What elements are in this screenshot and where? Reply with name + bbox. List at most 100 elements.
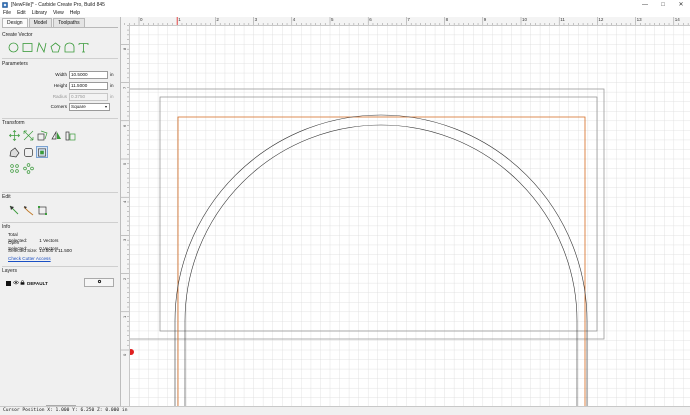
horizontal-ruler (121, 17, 690, 26)
info-title: Info (2, 224, 11, 230)
ruler-label-x: 4 (292, 17, 296, 22)
rectangle-icon[interactable] (21, 41, 33, 53)
width-row: Width 10.5000 in (0, 71, 118, 79)
close-button[interactable]: ✕ (672, 0, 690, 9)
check-cutter-access-link[interactable]: Check Cutter Access (8, 256, 51, 261)
menu-view[interactable]: View (50, 10, 67, 16)
parameters-title: Parameters (2, 61, 28, 67)
menu-edit[interactable]: Edit (14, 10, 29, 16)
lock-icon[interactable] (20, 280, 25, 287)
ruler-label-x: 3 (254, 17, 258, 22)
horizontal-ruler-ticks (124, 17, 689, 25)
ruler-label-x: 2 (216, 17, 219, 22)
transform-icons-row-1 (8, 129, 78, 141)
vertical-ruler-ticks (121, 25, 129, 351)
edit-icons (8, 204, 50, 216)
ruler-label-x: 10 (522, 17, 528, 22)
height-input[interactable]: 11.5000 (69, 82, 108, 90)
curve-icon[interactable] (63, 41, 75, 53)
array-icon[interactable] (8, 162, 20, 174)
design-canvas[interactable]: 0 1 2 3 4 5 6 7 8 9 10 11 12 13 14 8 7 6 5 4 3 2 1 0 (121, 17, 690, 406)
circular-array-icon[interactable] (22, 162, 34, 174)
selected-size-row: Selected Size: 10.500 x 11.500 (8, 248, 72, 254)
move-icon[interactable] (8, 129, 20, 141)
height-unit: in (110, 83, 114, 88)
polyline-icon[interactable] (35, 41, 47, 53)
ruler-label-x: 14 (674, 17, 680, 22)
ruler-label-x: 8 (445, 17, 449, 22)
maximize-button[interactable]: □ (654, 0, 672, 9)
tab-model[interactable]: Model (28, 18, 53, 27)
gear-icon (97, 279, 102, 286)
outer-arch-vector[interactable] (174, 114, 588, 406)
menu-file[interactable]: File (0, 10, 14, 16)
menu-library[interactable]: Library (29, 10, 50, 16)
divider (2, 222, 118, 223)
chevron-down-icon: ▾ (104, 104, 107, 109)
node-edit-icon[interactable] (8, 204, 20, 216)
outer-frame-rect[interactable] (130, 88, 605, 340)
selected-size-value: 10.500 x 11.500 (39, 248, 72, 253)
layer-settings-button[interactable] (84, 278, 114, 287)
layer-color-swatch[interactable] (6, 281, 11, 286)
tab-design[interactable]: Design (2, 18, 28, 27)
scale-icon[interactable] (22, 129, 34, 141)
width-label: Width (55, 72, 67, 77)
app-icon (2, 1, 8, 8)
rotate-icon[interactable] (36, 129, 48, 141)
ruler-label-x: 12 (598, 17, 604, 22)
design-grid[interactable] (130, 26, 690, 406)
corners-select[interactable]: Square ▾ (69, 103, 110, 111)
transform-icons-row-2 (8, 146, 50, 158)
boolean-icon[interactable] (36, 146, 48, 158)
radius-row: Radius 0.3750 in (0, 93, 118, 101)
ruler-label-x: 1 (178, 17, 181, 22)
inner-frame-rect[interactable] (159, 96, 598, 332)
window-title: [NewFile]* - Carbide Create Pro, Build 8… (11, 1, 105, 8)
polygon-icon[interactable] (49, 41, 61, 53)
radius-label: Radius (52, 94, 67, 99)
circle-icon[interactable] (7, 41, 19, 53)
ruler-label-x: 5 (331, 17, 334, 22)
radius-input[interactable]: 0.3750 (69, 93, 108, 101)
align-icon[interactable] (64, 129, 76, 141)
ruler-label-x: 13 (636, 17, 642, 22)
width-unit: in (110, 72, 114, 77)
ruler-label-y: 5 (122, 162, 127, 165)
create-vector-icons (7, 41, 91, 53)
transform-title: Transform (2, 120, 25, 126)
ruler-label-y: 7 (122, 86, 127, 89)
tab-toolpaths[interactable]: Toolpaths (53, 18, 85, 27)
divider (2, 58, 118, 59)
stock-boundary (177, 116, 586, 406)
corners-label: Corners (50, 104, 67, 109)
corners-row: Corners Square ▾ (0, 103, 118, 111)
vertical-ruler (121, 25, 130, 406)
ruler-label-x: 7 (407, 17, 410, 22)
edit-title: Edit (2, 194, 11, 200)
join-icon[interactable] (36, 204, 48, 216)
trim-icon[interactable] (22, 204, 34, 216)
selected-size-label: Selected Size: (8, 248, 38, 253)
height-row: Height 11.5000 in (0, 82, 118, 90)
fillet-icon[interactable] (22, 146, 34, 158)
ruler-label-x: 6 (369, 17, 372, 22)
offset-icon[interactable] (8, 146, 20, 158)
ruler-label-y: 2 (122, 277, 127, 280)
ruler-label-y: 0 (122, 353, 127, 356)
title-bar: [NewFile]* - Carbide Create Pro, Build 8… (0, 0, 690, 9)
ruler-label-y: 1 (122, 315, 127, 318)
ruler-label-y: 4 (122, 200, 127, 204)
radius-unit: in (110, 94, 114, 99)
divider (2, 192, 118, 193)
create-vector-title: Create Vector (2, 32, 33, 38)
eye-icon[interactable] (13, 280, 19, 287)
width-input[interactable]: 10.5000 (69, 71, 108, 79)
transform-icons-row-3 (8, 162, 36, 174)
minimize-button[interactable]: — (636, 0, 654, 9)
mirror-icon[interactable] (50, 129, 62, 141)
left-panel: Design Model Toolpaths Create Vector Par… (0, 17, 121, 414)
menu-help[interactable]: Help (67, 10, 83, 16)
divider (2, 266, 118, 267)
text-icon[interactable] (77, 41, 89, 53)
